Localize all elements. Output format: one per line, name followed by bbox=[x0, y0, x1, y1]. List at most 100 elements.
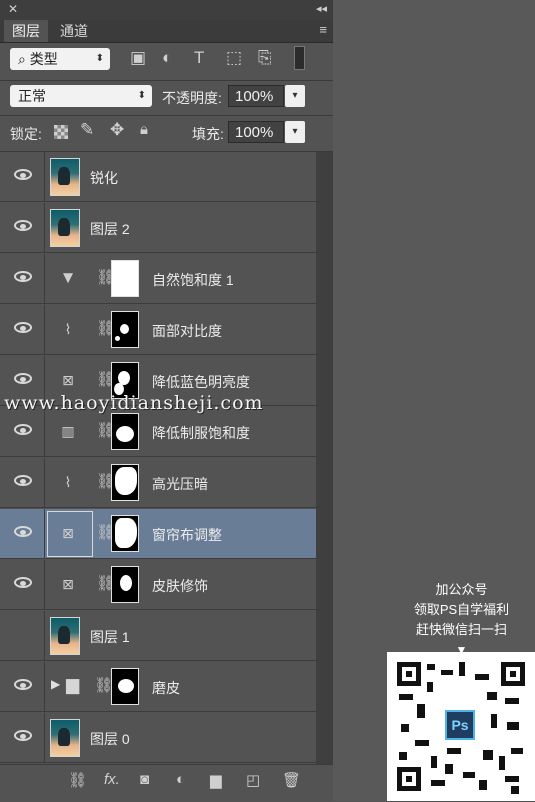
visibility-toggle[interactable] bbox=[0, 305, 45, 355]
tab-channels[interactable]: 通道 bbox=[52, 20, 96, 42]
lock-all-icon[interactable]: 🔒︎ bbox=[140, 121, 148, 138]
visibility-toggle[interactable] bbox=[0, 254, 45, 304]
opacity-input[interactable]: 100% bbox=[228, 85, 284, 107]
link-icon[interactable]: ⛓︎ bbox=[96, 268, 115, 286]
eye-icon[interactable] bbox=[14, 526, 32, 537]
layer-thumbnail bbox=[50, 719, 80, 757]
channel-mixer-adjustment-icon: ▥ bbox=[61, 423, 75, 439]
select-arrow-icon: ⬍ bbox=[137, 90, 146, 101]
lock-image-pixels-icon[interactable]: ✎ bbox=[80, 120, 94, 140]
visibility-toggle[interactable] bbox=[0, 509, 45, 559]
type-filter-icon[interactable]: T bbox=[194, 48, 204, 68]
opacity-label: 不透明度: bbox=[162, 90, 222, 106]
eye-icon[interactable] bbox=[14, 220, 32, 231]
layer-thumbnail bbox=[50, 617, 80, 655]
expand-group-icon[interactable]: ▶ bbox=[51, 677, 60, 691]
link-icon[interactable]: ⛓︎ bbox=[96, 574, 115, 592]
tab-layers[interactable]: 图层 bbox=[4, 20, 48, 42]
layer-row[interactable]: ▶ ▆ ⛓︎ 磨皮 bbox=[0, 662, 316, 712]
panel-menu-icon[interactable]: ≡ bbox=[319, 22, 327, 37]
photoshop-logo: Ps bbox=[445, 710, 475, 740]
fill-input[interactable]: 100% bbox=[228, 121, 284, 143]
layer-row[interactable]: ▥ ⛓︎ 降低制服饱和度 bbox=[0, 407, 316, 457]
visibility-toggle[interactable] bbox=[0, 407, 45, 457]
eye-icon[interactable] bbox=[14, 679, 32, 690]
blend-mode-select[interactable]: 正常 ⬍ bbox=[10, 85, 152, 107]
lock-position-icon[interactable]: ✥ bbox=[110, 120, 124, 140]
layer-row[interactable]: 图层 0 bbox=[0, 713, 316, 763]
folder-icon: ▆ bbox=[66, 675, 80, 694]
smart-object-filter-icon[interactable]: ⎘ bbox=[258, 48, 272, 68]
promo-line-3: 赶快微信扫一扫 bbox=[415, 622, 507, 637]
layer-name: 降低制服饱和度 bbox=[152, 425, 250, 441]
layer-row[interactable]: 图层 2 bbox=[0, 203, 316, 253]
link-icon[interactable]: ⛓︎ bbox=[96, 319, 115, 337]
image-filter-icon[interactable]: ▣ bbox=[130, 48, 146, 68]
visibility-toggle[interactable] bbox=[0, 458, 45, 508]
eye-icon[interactable] bbox=[14, 424, 32, 435]
layer-style-fx-icon[interactable]: fx. bbox=[104, 771, 120, 788]
link-icon[interactable]: ⛓︎ bbox=[96, 523, 115, 541]
layer-name: 面部对比度 bbox=[152, 323, 222, 339]
eye-icon[interactable] bbox=[14, 169, 32, 180]
close-icon[interactable]: ✕ bbox=[8, 2, 18, 16]
eye-icon[interactable] bbox=[14, 271, 32, 282]
new-group-icon[interactable]: ▆ bbox=[210, 771, 222, 789]
eye-icon[interactable] bbox=[14, 475, 32, 486]
link-icon[interactable]: ⛓︎ bbox=[96, 421, 115, 439]
layer-name: 图层 0 bbox=[90, 731, 130, 747]
layer-name: 磨皮 bbox=[152, 680, 180, 696]
link-icon[interactable]: ⛓︎ bbox=[96, 472, 115, 490]
filter-toggle-icon[interactable] bbox=[294, 46, 305, 70]
curves-adjustment-icon: ⌇ bbox=[64, 474, 72, 490]
collapse-icon[interactable]: ◂◂ bbox=[316, 2, 327, 15]
filter-type-select[interactable]: ⌕ 类型 ⬍ bbox=[10, 48, 110, 70]
link-icon[interactable]: ⛓︎ bbox=[94, 676, 113, 694]
visibility-toggle[interactable] bbox=[0, 713, 45, 763]
layer-mask-thumbnail bbox=[111, 668, 139, 705]
new-adjustment-layer-icon[interactable]: ◐ bbox=[176, 771, 185, 788]
eye-icon[interactable] bbox=[14, 322, 32, 333]
visibility-toggle[interactable] bbox=[0, 203, 45, 253]
layer-name: 窗帘布调整 bbox=[152, 527, 222, 543]
visibility-toggle[interactable] bbox=[0, 662, 45, 712]
adjustment-filter-icon[interactable]: ◐ bbox=[162, 48, 172, 68]
layers-scrollbar[interactable] bbox=[316, 152, 333, 764]
eye-icon[interactable] bbox=[14, 730, 32, 741]
layer-row-selected[interactable]: ⊠ ⛓︎ 窗帘布调整 bbox=[0, 509, 316, 559]
layer-row[interactable]: ⌇ ⛓︎ 面部对比度 bbox=[0, 305, 316, 355]
visibility-toggle[interactable] bbox=[0, 152, 45, 202]
visibility-toggle[interactable] bbox=[0, 560, 45, 610]
layer-row[interactable]: ⊠ ⛓︎ 皮肤修饰 bbox=[0, 560, 316, 610]
add-mask-icon[interactable]: ◙ bbox=[140, 771, 149, 788]
delete-layer-icon[interactable]: 🗑︎ bbox=[282, 771, 301, 789]
eye-icon[interactable] bbox=[14, 373, 32, 384]
new-layer-icon[interactable]: ◰ bbox=[246, 771, 260, 789]
lock-transparent-pixels-icon[interactable] bbox=[54, 125, 68, 139]
layer-name: 降低蓝色明亮度 bbox=[152, 374, 250, 390]
layer-thumbnail bbox=[50, 158, 80, 196]
select-arrow-icon: ⬍ bbox=[95, 53, 104, 64]
layer-name: 图层 1 bbox=[90, 629, 130, 645]
layer-row[interactable]: ▼ ⛓︎ 自然饱和度 1 bbox=[0, 254, 316, 304]
layer-row[interactable]: 图层 1 bbox=[0, 611, 316, 661]
layer-row[interactable]: ⌇ ⛓︎ 高光压暗 bbox=[0, 458, 316, 508]
watermark-text: www.haoyidiansheji.com bbox=[4, 392, 264, 414]
opacity-dropdown-button[interactable]: ▾ bbox=[285, 85, 305, 107]
layer-row[interactable]: 锐化 bbox=[0, 152, 316, 202]
qr-code[interactable]: Ps bbox=[387, 652, 535, 801]
layer-mask-thumbnail bbox=[111, 515, 139, 552]
visibility-toggle bbox=[0, 611, 45, 661]
shape-filter-icon[interactable]: ⬚ bbox=[226, 48, 242, 68]
layer-mask-thumbnail bbox=[111, 464, 139, 501]
promo-text: 加公众号 领取PS自学福利 赶快微信扫一扫 ▼ bbox=[388, 580, 535, 660]
fill-dropdown-button[interactable]: ▾ bbox=[285, 121, 305, 143]
layers-bottom-toolbar: ⛓︎ fx. ◙ ◐ ▆ ◰ 🗑︎ bbox=[0, 764, 333, 802]
filter-type-label: ⌕ 类型 bbox=[18, 51, 58, 67]
link-layers-icon[interactable]: ⛓︎ bbox=[68, 771, 87, 789]
eye-icon[interactable] bbox=[14, 577, 32, 588]
layer-name: 图层 2 bbox=[90, 221, 130, 237]
link-icon[interactable]: ⛓︎ bbox=[96, 370, 115, 388]
layer-name: 自然饱和度 1 bbox=[152, 272, 234, 288]
promo-line-1: 加公众号 bbox=[435, 582, 488, 597]
